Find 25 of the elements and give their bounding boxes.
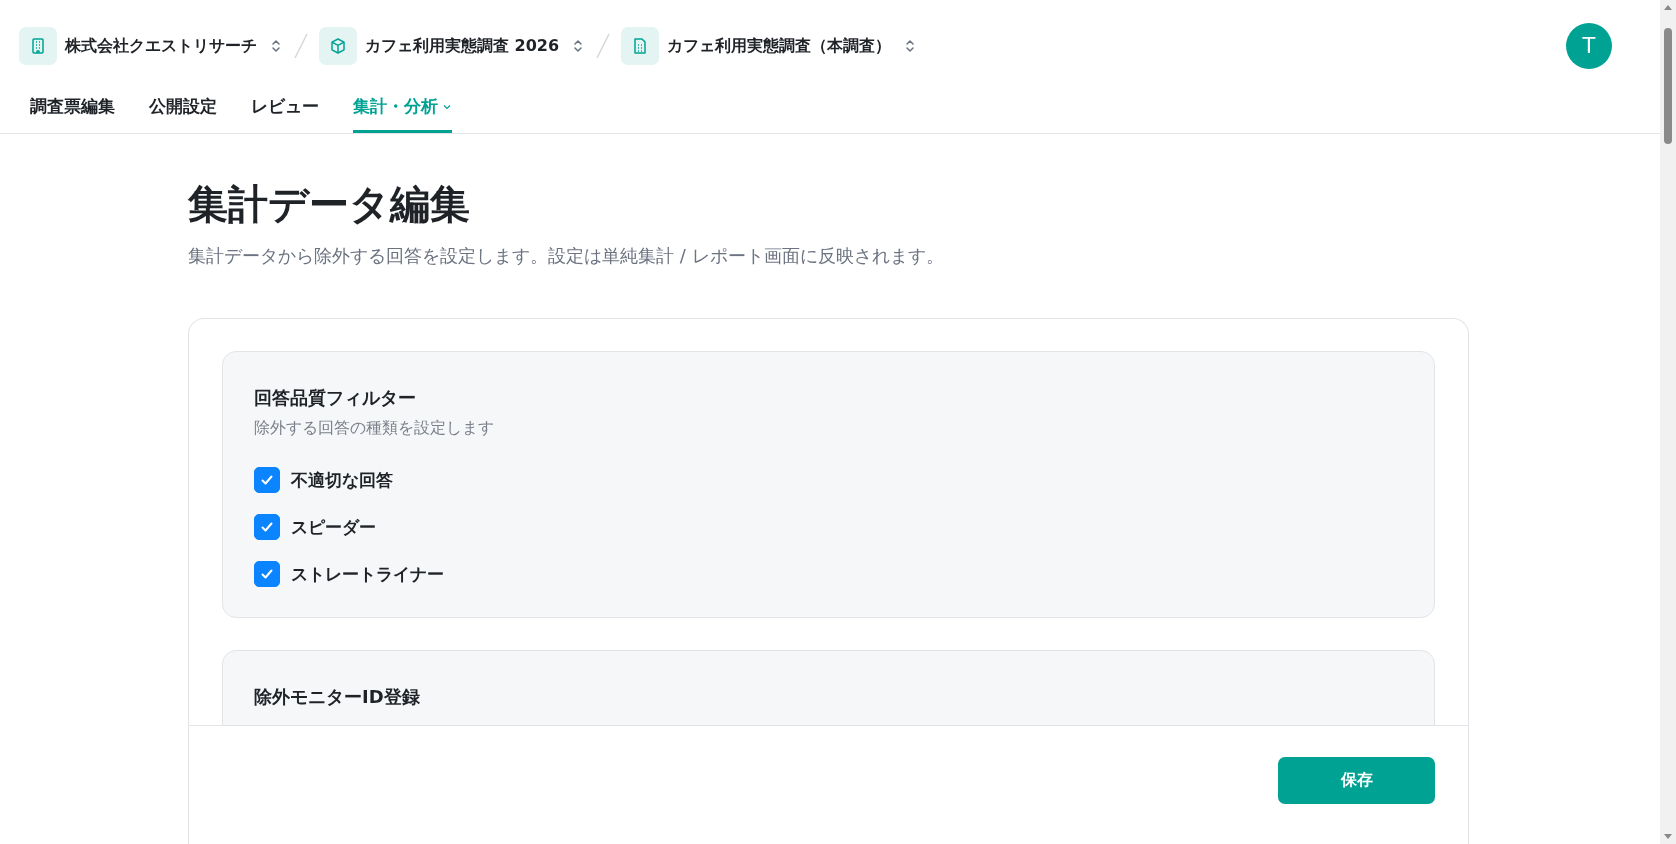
checkbox[interactable] xyxy=(254,514,280,540)
chevron-up-down-icon xyxy=(269,38,283,54)
page-title: 集計データ編集 xyxy=(188,180,471,229)
nav-tab[interactable]: 公開設定 xyxy=(149,89,217,133)
nav-tab[interactable]: 調査票編集 xyxy=(30,89,115,133)
slash-separator xyxy=(594,31,613,61)
breadcrumb-item[interactable]: カフェ利用実態調査 2026 xyxy=(319,27,586,65)
section-title: 除外モニターID登録 xyxy=(254,685,421,709)
page-description: 集計データから除外する回答を設定します。設定は単純集計 / レポート画面に反映されます。 xyxy=(188,244,945,268)
check-icon xyxy=(260,473,274,487)
filter-checkbox[interactable]: ストレートライナー xyxy=(254,561,444,587)
checkbox[interactable] xyxy=(254,561,280,587)
scrollbar[interactable] xyxy=(1660,0,1676,844)
box-icon xyxy=(328,36,348,56)
nav-tab[interactable]: レビュー xyxy=(251,89,319,133)
checkbox[interactable] xyxy=(254,467,280,493)
check-icon xyxy=(260,567,274,581)
breadcrumb-item[interactable]: 株式会社クエストリサーチ xyxy=(19,27,283,65)
filter-checkbox[interactable]: 不適切な回答 xyxy=(254,467,393,493)
filter-checkbox[interactable]: スピーダー xyxy=(254,514,376,540)
slash-separator xyxy=(292,31,310,61)
check-icon xyxy=(260,520,274,534)
section-title: 回答品質フィルター xyxy=(254,386,417,410)
section-description: 除外する回答の種類を設定します xyxy=(254,418,495,439)
breadcrumb-item[interactable]: カフェ利用実態調査（本調査） xyxy=(621,27,918,65)
